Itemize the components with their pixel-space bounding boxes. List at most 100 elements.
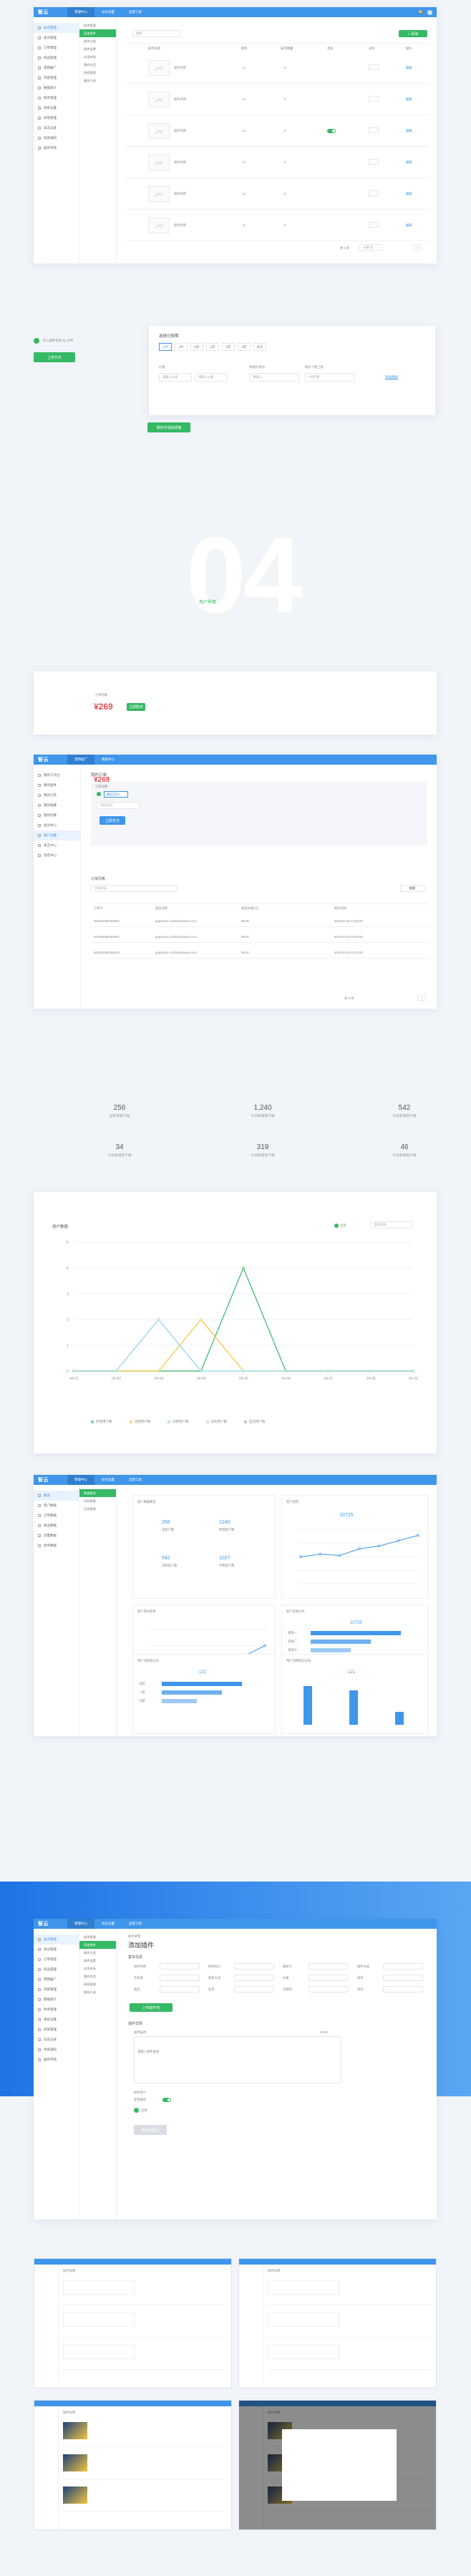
field-input[interactable]: [383, 1975, 423, 1981]
sidebar-item[interactable]: 会员管理: [34, 33, 79, 43]
field-input[interactable]: [309, 1963, 349, 1970]
subnav-item[interactable]: 服务订阅: [79, 1988, 116, 1996]
sort-input[interactable]: [369, 96, 379, 102]
nav-tab-2[interactable]: 数据中心: [94, 755, 122, 765]
edit-link[interactable]: 编辑: [406, 66, 412, 70]
sidebar-item[interactable]: 我的收藏: [34, 800, 80, 810]
status-toggle[interactable]: [327, 129, 336, 133]
sort-input[interactable]: [369, 127, 379, 133]
date-picker[interactable]: 选择日期: [370, 1221, 413, 1229]
nav-tab-3[interactable]: 运营工具: [122, 7, 149, 17]
subnav-item[interactable]: 插件管理: [79, 1933, 116, 1941]
status-filter[interactable]: 全部状态: [91, 885, 177, 892]
sidebar-item[interactable]: 流量数据: [34, 1531, 79, 1541]
sidebar-item[interactable]: 安全中心: [34, 841, 80, 851]
subnav-item[interactable]: 授权管理: [79, 1980, 116, 1988]
sidebar-item[interactable]: 内容管理: [34, 73, 79, 83]
radio-checked-icon[interactable]: [97, 792, 101, 796]
enable-radio-icon[interactable]: [134, 2108, 139, 2113]
sidebar-item[interactable]: 我的插件: [34, 780, 80, 790]
cycle-option[interactable]: 1月: [159, 343, 172, 351]
nav-tab-3[interactable]: 运营工具: [122, 1919, 149, 1929]
nav-tab-1[interactable]: 管理中心: [67, 1919, 94, 1929]
sidebar-item[interactable]: 订单管理: [34, 43, 79, 53]
legend-switch-icon[interactable]: [334, 1224, 339, 1228]
nav-tab-1[interactable]: 管理中心: [67, 7, 94, 17]
sidebar-item[interactable]: 订单数据: [34, 1511, 79, 1521]
page-size-select[interactable]: 10条/页: [359, 244, 382, 251]
sidebar-item[interactable]: 日志记录: [34, 123, 79, 133]
sidebar-item[interactable]: 系统设置: [34, 2015, 79, 2025]
cycle-option[interactable]: 3月: [175, 343, 188, 351]
sidebar-item[interactable]: 站点管理: [34, 23, 79, 33]
search-input[interactable]: 搜索: [132, 30, 181, 37]
nav-tab-1[interactable]: 营销推广: [67, 755, 94, 765]
field-input[interactable]: [383, 1963, 423, 1970]
edit-link[interactable]: 编辑: [406, 129, 412, 133]
subnav-item[interactable]: 添加插件: [79, 1941, 116, 1949]
limit-input[interactable]: 0为不限: [305, 373, 355, 382]
cycle-option[interactable]: 1年: [206, 343, 219, 351]
legend-item[interactable]: 新增用户数: [91, 1420, 112, 1424]
sidebar-item[interactable]: 商品管理: [34, 53, 79, 63]
legend-item[interactable]: 付费用户数: [167, 1420, 189, 1424]
nav-tab-2[interactable]: 站点设置: [94, 7, 122, 17]
sidebar-item[interactable]: 消息通知: [34, 2045, 79, 2055]
sidebar-item[interactable]: 数据统计: [34, 1995, 79, 2005]
search-button[interactable]: 搜索: [400, 885, 424, 892]
subnav-item[interactable]: 我的应用: [79, 1972, 116, 1980]
nav-tab-1[interactable]: 管理中心: [67, 1475, 94, 1485]
subnav-item[interactable]: 实时数据: [79, 1497, 116, 1505]
edit-link[interactable]: 编辑: [406, 192, 412, 196]
sidebar-item[interactable]: 我的优惠: [34, 810, 80, 820]
sidebar-item[interactable]: 财务管理: [34, 93, 79, 103]
sidebar-item[interactable]: 数据统计: [34, 83, 79, 93]
cycle-option[interactable]: 3年: [238, 343, 251, 351]
sidebar-item[interactable]: 营销推广: [34, 63, 79, 73]
subnav-item[interactable]: 我的应用: [79, 61, 116, 69]
sort-input[interactable]: [369, 222, 379, 228]
field-input[interactable]: [383, 1986, 423, 1992]
upload-button[interactable]: 上传文件: [34, 352, 75, 362]
pay-button[interactable]: 立即支付: [99, 816, 125, 825]
screenshot-thumbnail[interactable]: 插件详情: [34, 2400, 232, 2530]
price-input-2[interactable]: 请输入价格: [195, 373, 228, 382]
sidebar-item[interactable]: 客户数据: [34, 1501, 79, 1511]
sidebar-item[interactable]: 财务管理: [34, 2005, 79, 2015]
avatar[interactable]: [427, 9, 432, 15]
sidebar-item[interactable]: 订单管理: [34, 1955, 79, 1965]
nav-tab-2[interactable]: 站点设置: [94, 1919, 122, 1929]
legend-item[interactable]: 活跃用户数: [129, 1420, 150, 1424]
sort-input[interactable]: [369, 64, 379, 70]
field-input[interactable]: [234, 1986, 274, 1992]
sidebar-item[interactable]: 权限管理: [34, 113, 79, 123]
original-price-input[interactable]: 请输入: [249, 373, 299, 382]
submit-button[interactable]: 保存并提交: [134, 2125, 167, 2135]
sidebar-item[interactable]: 内容管理: [34, 1985, 79, 1995]
price-input[interactable]: 请输入价格: [159, 373, 192, 382]
sidebar-item[interactable]: 系统设置: [34, 103, 79, 113]
edit-link[interactable]: 编辑: [406, 223, 412, 228]
sort-input[interactable]: [369, 159, 379, 165]
edit-link[interactable]: 编辑: [406, 160, 412, 165]
desc-textarea[interactable]: 请输入插件描述: [134, 2036, 341, 2083]
breadcrumb[interactable]: 插件管理: [128, 1935, 140, 1939]
sidebar-item[interactable]: 商品数据: [34, 1521, 79, 1531]
sidebar-item[interactable]: 消息中心: [34, 851, 80, 861]
legend-switch-label[interactable]: 全部: [340, 1224, 346, 1228]
cycle-option[interactable]: 2年: [222, 343, 235, 351]
save-spec-button[interactable]: 保存并添加规格: [147, 422, 190, 432]
buy-button[interactable]: 立即购买: [127, 703, 145, 711]
subnav-item[interactable]: 插件管理: [79, 21, 116, 29]
page-number-input[interactable]: 1: [413, 244, 422, 251]
bell-icon[interactable]: 🔔: [419, 10, 423, 14]
legend-item[interactable]: 流失用户数: [205, 1420, 227, 1424]
subnav-item[interactable]: 服务订阅: [79, 77, 116, 84]
sidebar-item[interactable]: 账户设置: [34, 831, 80, 841]
subnav-item[interactable]: 应用市场: [79, 53, 116, 61]
subnav-item[interactable]: 插件设置: [79, 1957, 116, 1965]
subnav-item[interactable]: 历史数据: [79, 1505, 116, 1513]
field-input[interactable]: [234, 1963, 274, 1970]
add-spec-link[interactable]: 添加规格: [385, 375, 398, 379]
screenshot-thumbnail[interactable]: 插件详情: [238, 2258, 437, 2388]
